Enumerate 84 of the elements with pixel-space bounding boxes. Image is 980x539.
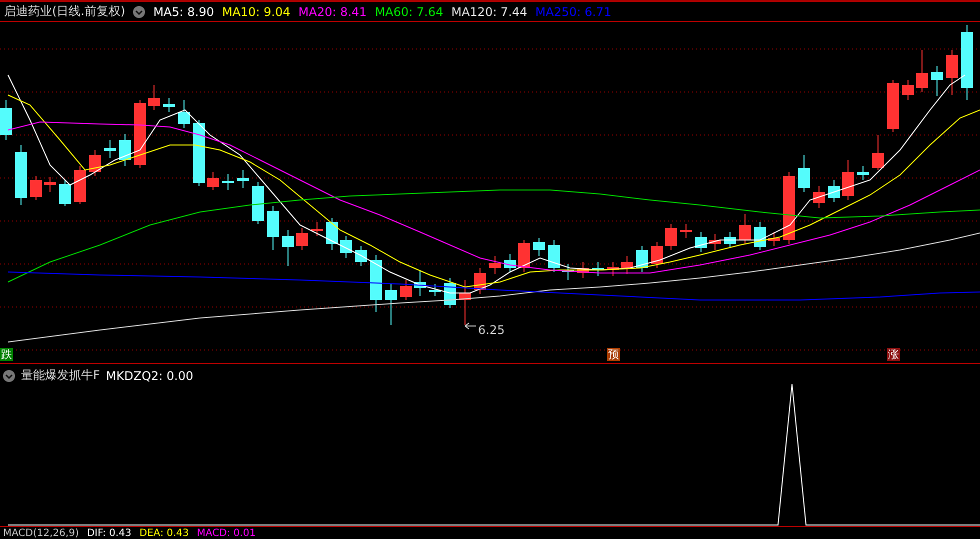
candlestick xyxy=(252,182,264,224)
candlestick xyxy=(916,50,928,92)
collapse-chevron-icon[interactable] xyxy=(3,370,15,382)
candlestick xyxy=(754,222,766,250)
candlestick xyxy=(134,100,146,168)
candlestick xyxy=(89,150,101,176)
candlestick xyxy=(489,256,501,274)
candlestick xyxy=(30,176,42,200)
candlestick xyxy=(44,176,56,192)
indicator-reading: MKDZQ2: 0.00 xyxy=(106,368,194,382)
candlestick xyxy=(207,172,219,190)
signal-marker: 涨 xyxy=(887,348,900,361)
candlestick xyxy=(768,232,780,246)
candlestick xyxy=(267,206,279,250)
candlestick xyxy=(562,264,574,280)
candlestick xyxy=(59,180,71,206)
macd-reading: DIF: 0.43 xyxy=(86,528,132,538)
candlestick xyxy=(621,256,633,274)
candlestick xyxy=(340,236,352,258)
candlestick xyxy=(548,240,560,272)
candlestick xyxy=(296,228,308,250)
candlestick xyxy=(813,186,825,208)
candlestick xyxy=(607,262,619,276)
candlestick xyxy=(178,100,190,128)
candlestick xyxy=(946,50,958,96)
candlestick xyxy=(872,134,884,170)
candlestick xyxy=(444,278,456,308)
macd-reading: MACD: 0.01 xyxy=(196,528,256,538)
macd-reading: MACD(12,26,9) xyxy=(3,528,79,538)
candlestick xyxy=(857,166,869,180)
candlestick xyxy=(592,262,604,276)
candlestick xyxy=(222,174,234,190)
indicator-title: 量能爆发抓牛F xyxy=(21,367,100,384)
candlestick xyxy=(429,284,441,296)
signal-marker: 预 xyxy=(607,348,620,361)
candlestick xyxy=(518,240,530,272)
macd-reading: DEA: 0.43 xyxy=(139,528,189,538)
candlestick xyxy=(355,246,367,266)
candlestick xyxy=(414,270,426,296)
candlestick xyxy=(74,166,86,204)
candlestick xyxy=(533,238,545,256)
candlestick xyxy=(931,66,943,96)
candlestick xyxy=(665,224,677,250)
candlestick xyxy=(104,140,116,158)
collapse-chevron-icon[interactable] xyxy=(133,6,146,18)
candlestick xyxy=(459,280,471,326)
candlestick xyxy=(651,242,663,268)
candlestick xyxy=(636,246,648,272)
candlestick xyxy=(739,214,751,244)
candlestick xyxy=(163,98,175,112)
candlestick xyxy=(0,100,12,140)
signal-marker: 跌 xyxy=(0,348,13,361)
candlestick xyxy=(326,218,338,250)
candlestick xyxy=(504,254,516,272)
candlestick xyxy=(798,154,810,192)
candlestick xyxy=(902,80,914,100)
low-price-label: 6.25 xyxy=(478,323,505,337)
stock-title: 启迪药业(日线.前复权) xyxy=(4,3,126,20)
candlestick xyxy=(842,160,854,200)
moving-average-reading: MA60: 7.64 xyxy=(374,4,444,18)
candlestick xyxy=(400,280,412,300)
moving-average-reading: MA20: 8.41 xyxy=(298,4,367,18)
candlestick xyxy=(282,230,294,266)
leader-line xyxy=(464,322,476,330)
candlestick xyxy=(724,232,736,248)
moving-average-reading: MA120: 7.44 xyxy=(451,4,528,18)
candlestick xyxy=(887,80,899,132)
candlestick xyxy=(680,224,692,238)
candlestick xyxy=(709,234,721,250)
candlestick xyxy=(370,254,382,312)
candlestick xyxy=(311,222,323,236)
moving-average-reading: MA250: 6.71 xyxy=(535,4,612,18)
candlestick xyxy=(385,284,397,326)
candlestick xyxy=(15,144,27,206)
candlestick xyxy=(828,180,840,202)
candlestick xyxy=(193,120,205,186)
candlestick xyxy=(474,268,486,294)
moving-average-reading: MA5: 8.90 xyxy=(153,4,214,18)
candlestick xyxy=(695,232,707,252)
candlestick xyxy=(119,134,131,166)
candlestick xyxy=(237,170,249,188)
candlestick xyxy=(148,84,160,110)
moving-average-reading: MA10: 9.04 xyxy=(222,4,290,18)
candlestick xyxy=(577,262,589,278)
